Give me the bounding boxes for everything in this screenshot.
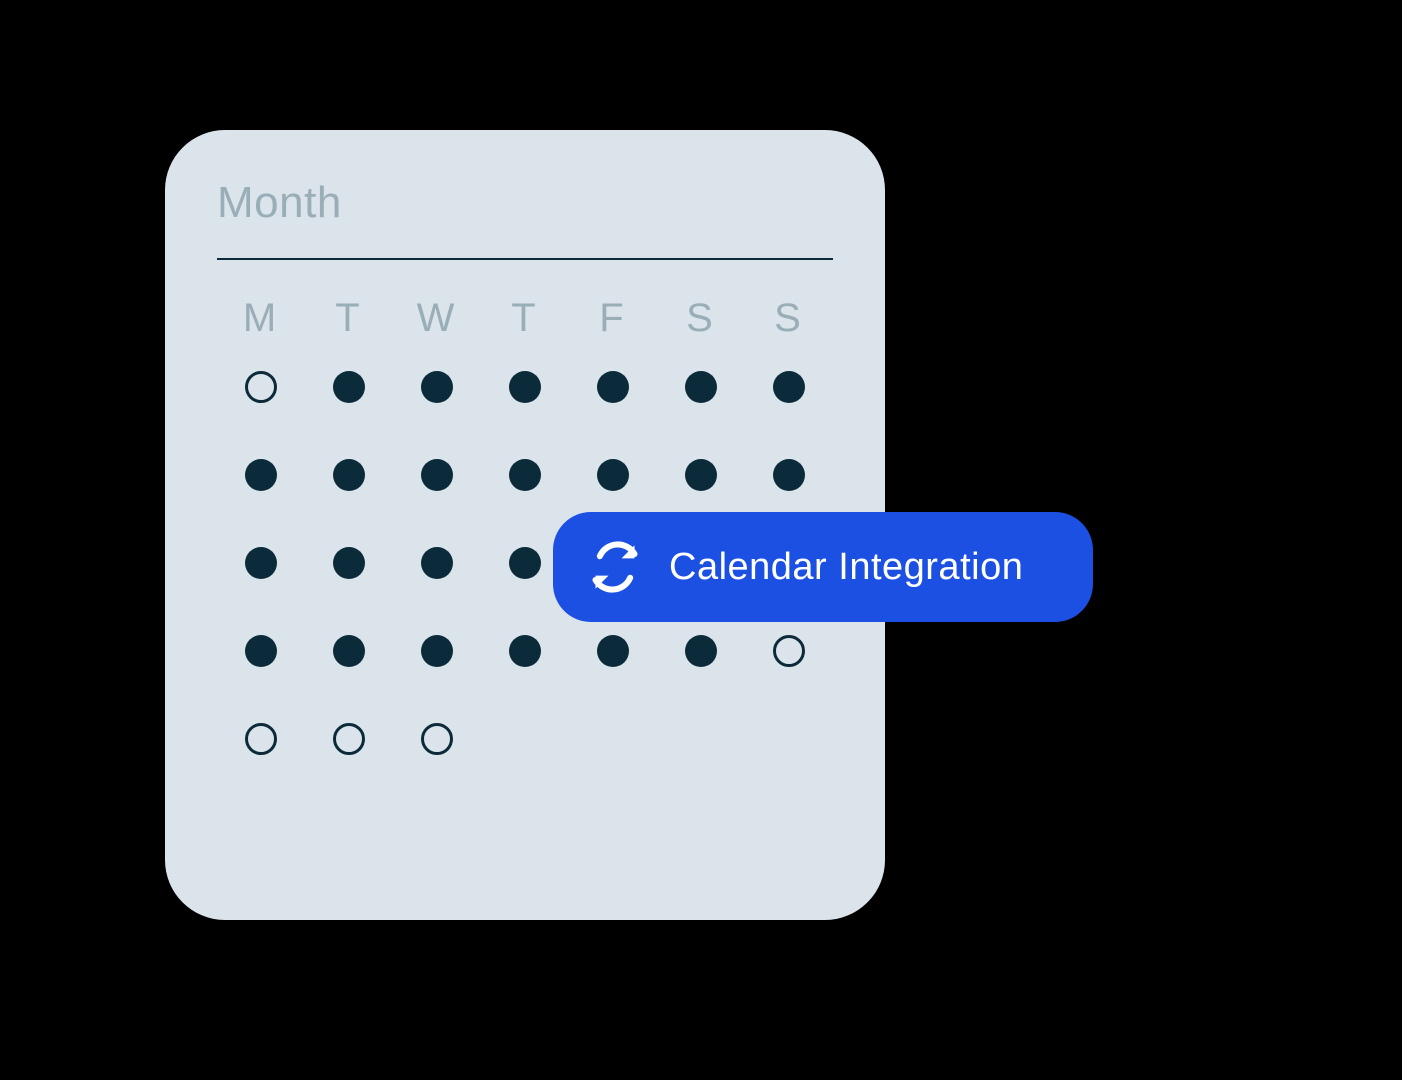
day-cell	[393, 547, 481, 579]
day-dot-filled	[509, 459, 541, 491]
day-cell	[569, 371, 657, 403]
day-cell	[745, 635, 833, 667]
day-cell	[393, 635, 481, 667]
day-cell	[217, 723, 305, 755]
weekday-label: S	[657, 296, 745, 341]
day-cell	[657, 371, 745, 403]
day-cell	[217, 459, 305, 491]
day-cell	[657, 635, 745, 667]
day-dot-filled	[773, 459, 805, 491]
day-cell	[481, 723, 569, 755]
weekday-row: M T W T F S S	[217, 296, 833, 341]
day-dot-empty	[685, 723, 717, 755]
header-divider	[217, 258, 833, 260]
day-dot-hollow	[333, 723, 365, 755]
weekday-label: F	[569, 296, 657, 341]
day-dot-hollow	[421, 723, 453, 755]
day-dot-filled	[509, 547, 541, 579]
day-dot-filled	[421, 547, 453, 579]
day-dot-filled	[685, 371, 717, 403]
day-dot-filled	[333, 459, 365, 491]
day-dot-filled	[773, 371, 805, 403]
weekday-label: M	[217, 296, 305, 341]
weekday-label: T	[305, 296, 393, 341]
day-dot-filled	[509, 371, 541, 403]
day-cell	[393, 459, 481, 491]
day-cell	[217, 371, 305, 403]
day-cell	[657, 459, 745, 491]
day-dot-filled	[421, 635, 453, 667]
day-cell	[745, 723, 833, 755]
day-cell	[481, 371, 569, 403]
day-cell	[569, 459, 657, 491]
day-cell	[745, 459, 833, 491]
day-cell	[305, 459, 393, 491]
day-cell	[393, 371, 481, 403]
day-dot-filled	[509, 635, 541, 667]
day-dot-filled	[245, 547, 277, 579]
day-dot-filled	[685, 635, 717, 667]
day-cell	[305, 547, 393, 579]
day-dot-filled	[597, 459, 629, 491]
day-dot-filled	[333, 547, 365, 579]
day-cell	[217, 635, 305, 667]
day-dot-empty	[773, 723, 805, 755]
day-dot-filled	[333, 635, 365, 667]
day-dot-filled	[333, 371, 365, 403]
calendar-integration-button[interactable]: Calendar Integration	[553, 512, 1093, 622]
day-cell	[305, 371, 393, 403]
day-dot-hollow	[245, 371, 277, 403]
day-dot-hollow	[245, 723, 277, 755]
calendar-title: Month	[217, 178, 833, 228]
refresh-icon	[589, 541, 641, 593]
day-cell	[481, 635, 569, 667]
day-dot-hollow	[773, 635, 805, 667]
day-cell	[569, 635, 657, 667]
day-dot-filled	[685, 459, 717, 491]
day-dot-filled	[245, 635, 277, 667]
weekday-label: S	[745, 296, 833, 341]
integration-label: Calendar Integration	[669, 546, 1023, 589]
weekday-label: W	[393, 296, 481, 341]
day-dot-filled	[245, 459, 277, 491]
day-cell	[569, 723, 657, 755]
day-cell	[305, 723, 393, 755]
day-cell	[657, 723, 745, 755]
day-dot-filled	[597, 635, 629, 667]
day-cell	[217, 547, 305, 579]
day-cell	[393, 723, 481, 755]
day-cell	[305, 635, 393, 667]
day-dot-empty	[597, 723, 629, 755]
weekday-label: T	[481, 296, 569, 341]
day-dot-filled	[597, 371, 629, 403]
day-dot-empty	[509, 723, 541, 755]
day-cell	[745, 371, 833, 403]
day-dot-filled	[421, 371, 453, 403]
day-cell	[481, 459, 569, 491]
day-dot-filled	[421, 459, 453, 491]
